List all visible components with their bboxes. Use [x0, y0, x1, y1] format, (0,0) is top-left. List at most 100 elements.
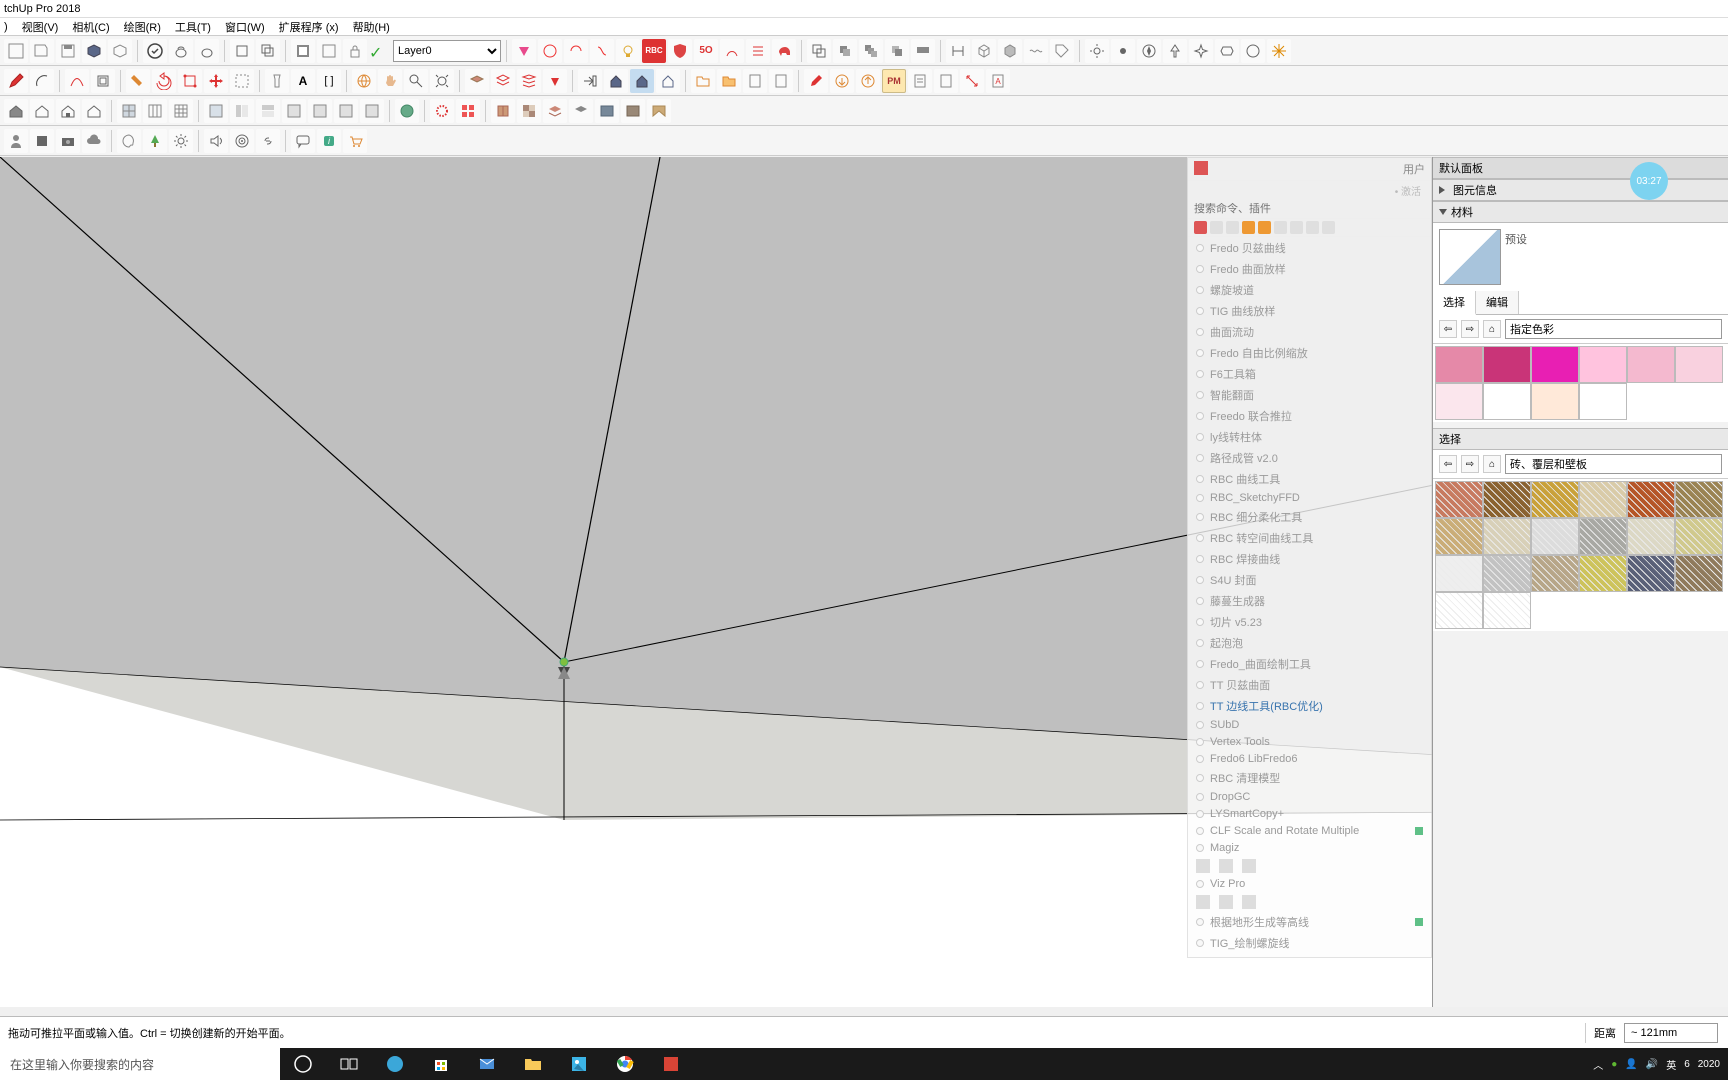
- mail-icon[interactable]: [464, 1048, 510, 1080]
- tool-red3-icon[interactable]: [590, 39, 614, 63]
- plugin-item[interactable]: Freedo 联合推拉: [1188, 405, 1431, 426]
- doc3-icon[interactable]: [908, 69, 932, 93]
- plugin-item[interactable]: Fredo 自由比例缩放: [1188, 342, 1431, 363]
- sun2-icon[interactable]: [1111, 39, 1135, 63]
- up-circle-icon[interactable]: [856, 69, 880, 93]
- plugin-item[interactable]: [1188, 856, 1431, 875]
- color-swatch[interactable]: [1531, 346, 1579, 383]
- rotate-icon[interactable]: [152, 69, 176, 93]
- teapot-icon[interactable]: [169, 39, 193, 63]
- quick-icon[interactable]: [1274, 221, 1287, 234]
- menu-view[interactable]: 视图(V): [22, 19, 59, 35]
- plugin-item[interactable]: 曲面流动: [1188, 321, 1431, 342]
- list-red-icon[interactable]: [746, 39, 770, 63]
- plugin-item[interactable]: CLF Scale and Rotate Multiple: [1188, 822, 1431, 839]
- color-swatch[interactable]: [1675, 346, 1723, 383]
- person-icon[interactable]: [4, 129, 28, 153]
- color-swatch[interactable]: [1435, 383, 1483, 420]
- quick-icon[interactable]: [1194, 221, 1207, 234]
- rbc-icon[interactable]: RBC: [642, 39, 666, 63]
- grid-red-icon[interactable]: [456, 99, 480, 123]
- cortana-icon[interactable]: [280, 1048, 326, 1080]
- wechat-icon[interactable]: ●: [1611, 1059, 1617, 1070]
- plugin-item[interactable]: DropGC: [1188, 788, 1431, 805]
- default-panel-header[interactable]: 默认面板: [1433, 157, 1728, 179]
- burst-icon[interactable]: [1267, 39, 1291, 63]
- link-icon[interactable]: [256, 129, 280, 153]
- texture-swatch[interactable]: [1579, 481, 1627, 518]
- plugin-item[interactable]: [1188, 892, 1431, 911]
- grid3-icon[interactable]: [169, 99, 193, 123]
- color-swatch[interactable]: [1483, 383, 1531, 420]
- layout5-icon[interactable]: [308, 99, 332, 123]
- plugin-item[interactable]: Fredo_曲面绘制工具: [1188, 653, 1431, 674]
- color-swatch[interactable]: [1579, 346, 1627, 383]
- shield-icon[interactable]: [668, 39, 692, 63]
- plugin-item[interactable]: TT 边线工具(RBC优化): [1188, 695, 1431, 716]
- pencil2-icon[interactable]: [804, 69, 828, 93]
- cube-wire-icon[interactable]: [972, 39, 996, 63]
- plugin-item[interactable]: Fredo 贝兹曲线: [1188, 237, 1431, 258]
- pic3-icon[interactable]: [647, 99, 671, 123]
- house-out-icon[interactable]: [630, 69, 654, 93]
- target-icon[interactable]: [230, 129, 254, 153]
- grid1-icon[interactable]: [117, 99, 141, 123]
- arrow-io-icon[interactable]: [578, 69, 602, 93]
- quick-icon[interactable]: [1290, 221, 1303, 234]
- globe-icon[interactable]: [352, 69, 376, 93]
- color-swatch[interactable]: [1627, 346, 1675, 383]
- layout6-icon[interactable]: [334, 99, 358, 123]
- plugin-search-input[interactable]: [1194, 203, 1425, 215]
- plugin-item[interactable]: 切片 v5.23: [1188, 611, 1431, 632]
- pm-icon[interactable]: PM: [882, 69, 906, 93]
- explorer-icon[interactable]: [510, 1048, 556, 1080]
- compass-icon[interactable]: [1137, 39, 1161, 63]
- text-a-icon[interactable]: A: [291, 69, 315, 93]
- scale-icon[interactable]: [178, 69, 202, 93]
- store-icon[interactable]: [418, 1048, 464, 1080]
- tool-red4-icon[interactable]: [720, 39, 744, 63]
- texture-swatch[interactable]: [1435, 481, 1483, 518]
- doc-pm1-icon[interactable]: [743, 69, 767, 93]
- cube-solid-icon[interactable]: [998, 39, 1022, 63]
- texture-swatch[interactable]: [1675, 555, 1723, 592]
- teapot2-icon[interactable]: [195, 39, 219, 63]
- tab-select[interactable]: 选择: [1433, 291, 1476, 315]
- layout3-icon[interactable]: [256, 99, 280, 123]
- move-icon[interactable]: [204, 69, 228, 93]
- plugin-item[interactable]: 根据地形生成等高线: [1188, 911, 1431, 932]
- plugin-item[interactable]: 藤蔓生成器: [1188, 590, 1431, 611]
- cloud-icon[interactable]: [82, 129, 106, 153]
- book-icon[interactable]: [491, 99, 515, 123]
- copies1-icon[interactable]: [833, 39, 857, 63]
- texture-swatch[interactable]: [1435, 555, 1483, 592]
- plugin-item[interactable]: RBC 转空间曲线工具: [1188, 527, 1431, 548]
- sparkle-icon[interactable]: [1189, 39, 1213, 63]
- gem-icon[interactable]: [512, 39, 536, 63]
- house3-icon[interactable]: [56, 99, 80, 123]
- lock-icon[interactable]: [343, 39, 367, 63]
- pencil-icon[interactable]: [4, 69, 28, 93]
- plugin-search[interactable]: [1188, 200, 1431, 219]
- sketchup-icon[interactable]: [648, 1048, 694, 1080]
- edge-icon[interactable]: [372, 1048, 418, 1080]
- globe2-icon[interactable]: [395, 99, 419, 123]
- plugin-item[interactable]: TIG_绘制螺旋线: [1188, 932, 1431, 953]
- folder2-icon[interactable]: [717, 69, 741, 93]
- texture-swatch[interactable]: [1627, 555, 1675, 592]
- copies4-icon[interactable]: [911, 39, 935, 63]
- house2-icon[interactable]: [30, 99, 54, 123]
- plugin-item[interactable]: 起泡泡: [1188, 632, 1431, 653]
- select-header[interactable]: 选择: [1433, 428, 1728, 450]
- gem2-icon[interactable]: [543, 69, 567, 93]
- texture-swatch[interactable]: [1531, 555, 1579, 592]
- material-thumbnail[interactable]: [1439, 229, 1501, 285]
- texture-swatch[interactable]: [1435, 518, 1483, 555]
- volume-icon[interactable]: 🔊: [1646, 1059, 1658, 1070]
- quick-icon[interactable]: [1210, 221, 1223, 234]
- gear-icon[interactable]: [169, 129, 193, 153]
- stack2-icon[interactable]: [569, 99, 593, 123]
- stack1-icon[interactable]: [543, 99, 567, 123]
- texture-category-input[interactable]: [1505, 454, 1722, 474]
- menu-camera[interactable]: 相机(C): [72, 19, 109, 35]
